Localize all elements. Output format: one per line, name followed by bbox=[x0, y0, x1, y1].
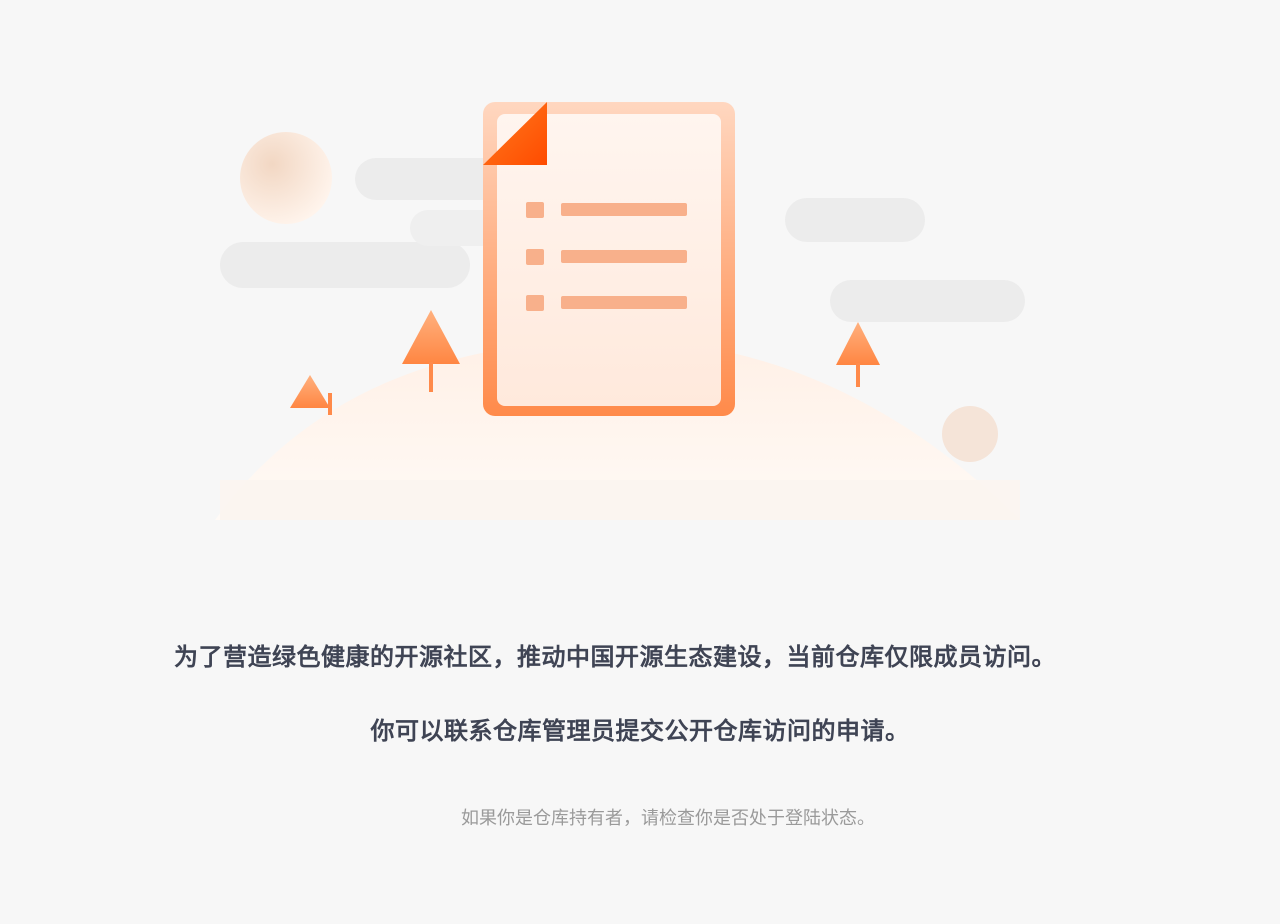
sun-icon bbox=[240, 132, 332, 224]
restricted-repo-page: 为了营造绿色健康的开源社区，推动中国开源生态建设，当前仓库仅限成员访问。 你可以… bbox=[0, 0, 1280, 924]
restricted-access-illustration bbox=[215, 102, 1025, 520]
moon-icon bbox=[942, 406, 998, 462]
restriction-headline: 为了营造绿色健康的开源社区，推动中国开源生态建设，当前仓库仅限成员访问。 bbox=[174, 643, 1056, 671]
tree-left-small-icon bbox=[290, 375, 332, 415]
document-list-icon bbox=[483, 102, 735, 416]
access-request-message: 你可以联系仓库管理员提交公开仓库访问的申请。 bbox=[370, 717, 910, 745]
login-hint: 如果你是仓库持有者，请检查你是否处于登陆状态。 bbox=[461, 808, 875, 829]
tree-right-icon bbox=[836, 322, 880, 387]
